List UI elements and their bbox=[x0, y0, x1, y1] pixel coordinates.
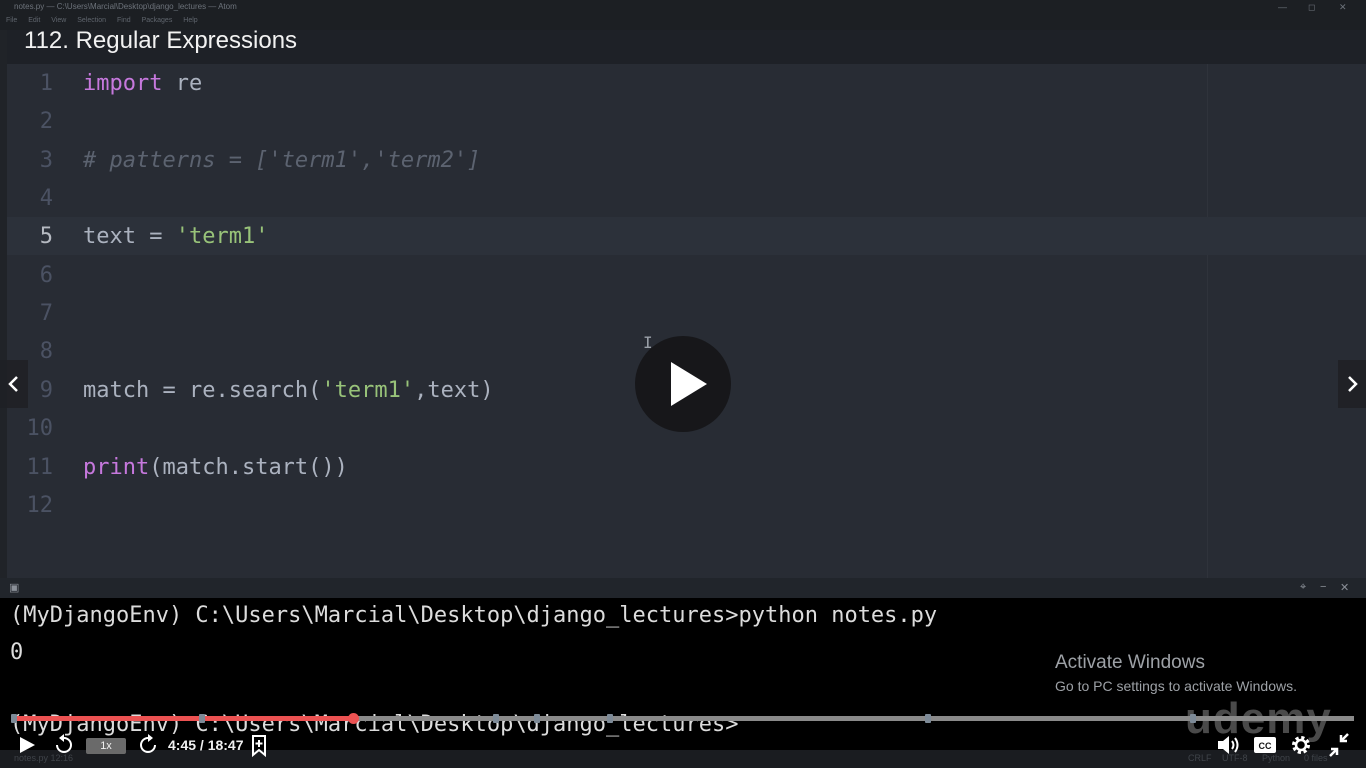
wrap-guide bbox=[1207, 64, 1208, 578]
activation-heading: Activate Windows bbox=[1055, 652, 1205, 673]
line-number: 12 bbox=[26, 493, 54, 518]
captions-button[interactable]: CC bbox=[1252, 730, 1278, 760]
volume-icon bbox=[1218, 736, 1239, 754]
bookmark-marker[interactable] bbox=[11, 714, 17, 723]
maximize-icon[interactable]: ◻ bbox=[1308, 2, 1315, 13]
line-number: 7 bbox=[39, 301, 53, 326]
player-controls: 1x 4:45 / 18:47 CC bbox=[0, 730, 1366, 762]
chevron-right-icon bbox=[1348, 376, 1358, 392]
bookmark-marker[interactable] bbox=[533, 714, 540, 723]
menu-view[interactable]: View bbox=[51, 17, 66, 24]
code-editor[interactable]: 1 2 3 4 5 6 7 8 9 10 11 12 import re # p… bbox=[7, 64, 1366, 578]
playback-speed-button[interactable]: 1x bbox=[86, 738, 126, 754]
volume-button[interactable] bbox=[1214, 730, 1242, 760]
previous-lecture-button[interactable] bbox=[0, 360, 28, 408]
bookmark-marker[interactable] bbox=[198, 714, 205, 723]
chevron-left-icon bbox=[8, 376, 18, 392]
play-icon bbox=[671, 362, 707, 406]
forward-5-icon bbox=[140, 734, 156, 753]
add-bookmark-icon bbox=[252, 735, 266, 758]
minimize-icon[interactable]: — bbox=[1278, 2, 1287, 12]
line-number: 3 bbox=[39, 148, 53, 173]
code-text: re bbox=[162, 71, 203, 96]
keyword-print: print bbox=[83, 455, 150, 480]
bookmark-marker[interactable] bbox=[1190, 714, 1197, 723]
minimize-panel-icon[interactable]: − bbox=[1320, 581, 1326, 593]
line-number: 2 bbox=[39, 109, 53, 134]
code-text: ,text) bbox=[414, 378, 494, 403]
line-number-active: 5 bbox=[39, 224, 53, 249]
code-text: (match.start()) bbox=[149, 455, 348, 480]
forward-5-button[interactable] bbox=[136, 730, 160, 760]
terminal-icon[interactable]: ▣ bbox=[9, 581, 19, 594]
play-icon bbox=[20, 737, 35, 753]
closed-captions-icon: CC bbox=[1254, 737, 1276, 753]
code-line-match: match = re.search('term1',text) bbox=[83, 378, 494, 403]
line-number: 4 bbox=[39, 186, 53, 211]
string-literal: 'term1' bbox=[175, 224, 269, 249]
lecture-title: 112. Regular Expressions bbox=[24, 27, 298, 54]
pin-icon[interactable]: ⌖ bbox=[1300, 581, 1306, 594]
progress-played bbox=[14, 716, 354, 721]
bookmark-marker[interactable] bbox=[493, 714, 500, 723]
code-line-comment: # patterns = ['term1','term2'] bbox=[83, 148, 481, 173]
close-icon[interactable]: ✕ bbox=[1339, 2, 1347, 13]
line-number: 1 bbox=[39, 71, 53, 96]
tree-view-edge bbox=[0, 30, 7, 578]
progress-scrubber-handle[interactable] bbox=[348, 713, 360, 724]
exit-fullscreen-icon bbox=[1329, 733, 1349, 757]
time-display: 4:45 / 18:47 bbox=[168, 737, 244, 753]
menu-selection[interactable]: Selection bbox=[77, 17, 106, 24]
menu-file[interactable]: File bbox=[6, 17, 17, 24]
menu-help[interactable]: Help bbox=[183, 17, 197, 24]
string-literal: 'term1' bbox=[321, 378, 415, 403]
line-number: 6 bbox=[39, 263, 53, 288]
code-line-import: import re bbox=[83, 71, 202, 96]
svg-text:CC: CC bbox=[1259, 741, 1272, 751]
windows-activation-notice: Activate Windows Go to PC settings to ac… bbox=[1055, 652, 1297, 694]
code-line-print: print(match.start()) bbox=[83, 455, 348, 480]
play-button[interactable] bbox=[14, 730, 40, 760]
bookmark-marker[interactable] bbox=[924, 714, 931, 723]
atom-title-bar: notes.py — C:\Users\Marcial\Desktop\djan… bbox=[0, 0, 1366, 30]
terminal-panel-bar: ▣ ⌖ − ✕ bbox=[0, 578, 1366, 598]
bookmark-marker[interactable] bbox=[607, 714, 614, 723]
line-number: 11 bbox=[26, 455, 54, 480]
gear-icon bbox=[1292, 736, 1310, 754]
settings-button[interactable] bbox=[1288, 730, 1314, 760]
window-title: notes.py — C:\Users\Marcial\Desktop\djan… bbox=[14, 2, 237, 11]
menu-edit[interactable]: Edit bbox=[28, 17, 40, 24]
line-number: 10 bbox=[26, 416, 54, 441]
activation-subtext: Go to PC settings to activate Windows. bbox=[1055, 678, 1297, 694]
terminal-output-line: 0 bbox=[10, 640, 24, 665]
close-panel-icon[interactable]: ✕ bbox=[1340, 581, 1349, 594]
keyword-import: import bbox=[83, 71, 163, 96]
code-text: text = bbox=[83, 224, 176, 249]
rewind-5-icon bbox=[56, 734, 72, 753]
next-lecture-button[interactable] bbox=[1338, 360, 1366, 408]
code-line-text-assign: text = 'term1' bbox=[83, 224, 268, 249]
menu-bar: File Edit View Selection Find Packages H… bbox=[6, 17, 207, 24]
big-play-button[interactable] bbox=[635, 336, 731, 432]
add-bookmark-button[interactable] bbox=[248, 730, 272, 760]
menu-find[interactable]: Find bbox=[117, 17, 131, 24]
terminal-command-line: (MyDjangoEnv) C:\Users\Marcial\Desktop\d… bbox=[10, 603, 938, 628]
exit-fullscreen-button[interactable] bbox=[1326, 730, 1352, 760]
menu-packages[interactable]: Packages bbox=[142, 17, 173, 24]
rewind-5-button[interactable] bbox=[52, 730, 76, 760]
code-text: match = re.search( bbox=[83, 378, 322, 403]
video-progress-bar[interactable] bbox=[11, 713, 1354, 724]
